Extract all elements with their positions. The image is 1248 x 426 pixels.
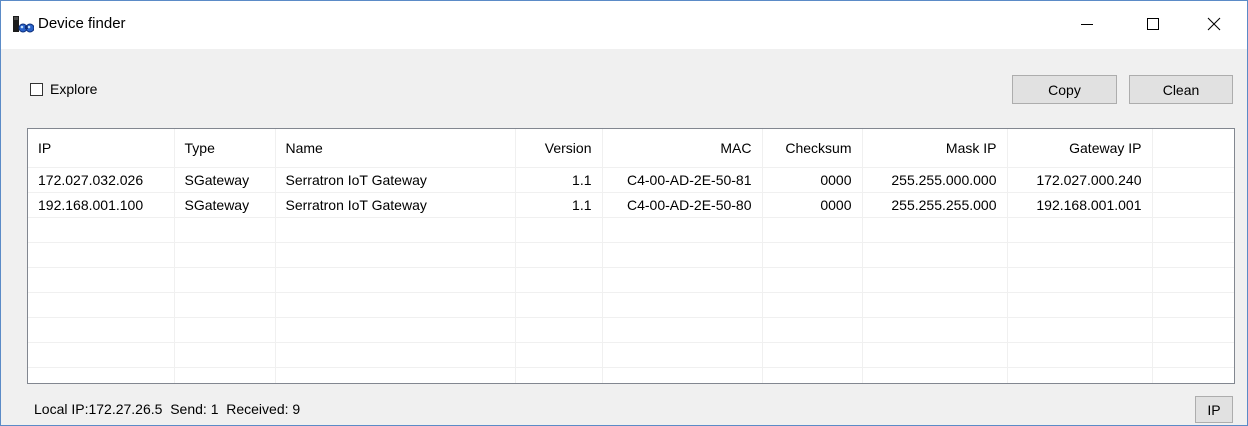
close-icon (1207, 17, 1221, 34)
empty-row (28, 367, 1234, 383)
minimize-button[interactable] (1064, 1, 1110, 49)
column-header-gateway-ip[interactable]: Gateway IP (1007, 129, 1153, 168)
cell-version: 1.1 (515, 192, 603, 218)
cell-version: 1.1 (515, 167, 603, 193)
close-button[interactable] (1191, 1, 1237, 49)
empty-row (28, 242, 1234, 268)
table-row[interactable]: 192.168.001.100 SGateway Serratron IoT G… (28, 192, 1234, 218)
ip-button[interactable]: IP (1195, 396, 1233, 423)
cell-gateway-ip: 172.027.000.240 (1007, 167, 1153, 193)
cell-gateway-ip: 192.168.001.001 (1007, 192, 1153, 218)
column-header-type[interactable]: Type (174, 129, 276, 168)
empty-row (28, 217, 1234, 243)
cell-filler (1152, 167, 1234, 193)
binoculars-device-icon (12, 14, 35, 36)
minimize-icon (1081, 17, 1093, 33)
explore-checkbox-box[interactable] (30, 82, 43, 96)
column-header-version[interactable]: Version (515, 129, 603, 168)
cell-checksum: 0000 (762, 192, 863, 218)
cell-ip: 172.027.032.026 (28, 167, 175, 193)
maximize-icon (1147, 17, 1159, 33)
maximize-button[interactable] (1130, 1, 1176, 49)
cell-filler (1152, 192, 1234, 218)
empty-row (28, 342, 1234, 368)
explore-checkbox[interactable]: Explore (30, 81, 97, 97)
column-header-filler (1152, 129, 1234, 168)
window-title: Device finder (38, 15, 126, 32)
cell-mask-ip: 255.255.255.000 (862, 192, 1008, 218)
title-bar: Device finder (1, 1, 1247, 49)
clean-button[interactable]: Clean (1129, 75, 1233, 104)
device-list-table[interactable]: IP Type Name Version MAC Checksum Mask I… (27, 128, 1235, 384)
empty-row (28, 317, 1234, 343)
cell-mac: C4-00-AD-2E-50-80 (602, 192, 763, 218)
column-header-ip[interactable]: IP (28, 129, 175, 168)
explore-label: Explore (50, 81, 98, 97)
cell-checksum: 0000 (762, 167, 863, 193)
empty-row (28, 292, 1234, 318)
table-header-row: IP Type Name Version MAC Checksum Mask I… (28, 129, 1234, 168)
cell-mask-ip: 255.255.000.000 (862, 167, 1008, 193)
copy-button[interactable]: Copy (1012, 75, 1117, 104)
cell-name: Serratron IoT Gateway (275, 192, 516, 218)
device-finder-window: Device finder Explore Copy Clean IP Type… (0, 0, 1248, 426)
column-header-mac[interactable]: MAC (602, 129, 763, 168)
cell-type: SGateway (174, 167, 276, 193)
cell-name: Serratron IoT Gateway (275, 167, 516, 193)
cell-type: SGateway (174, 192, 276, 218)
empty-row (28, 267, 1234, 293)
table-row[interactable]: 172.027.032.026 SGateway Serratron IoT G… (28, 167, 1234, 193)
column-header-mask-ip[interactable]: Mask IP (862, 129, 1008, 168)
column-header-name[interactable]: Name (275, 129, 516, 168)
column-header-checksum[interactable]: Checksum (762, 129, 863, 168)
cell-mac: C4-00-AD-2E-50-81 (602, 167, 763, 193)
status-text: Local IP:172.27.26.5 Send: 1 Received: 9 (34, 401, 301, 417)
cell-ip: 192.168.001.100 (28, 192, 175, 218)
